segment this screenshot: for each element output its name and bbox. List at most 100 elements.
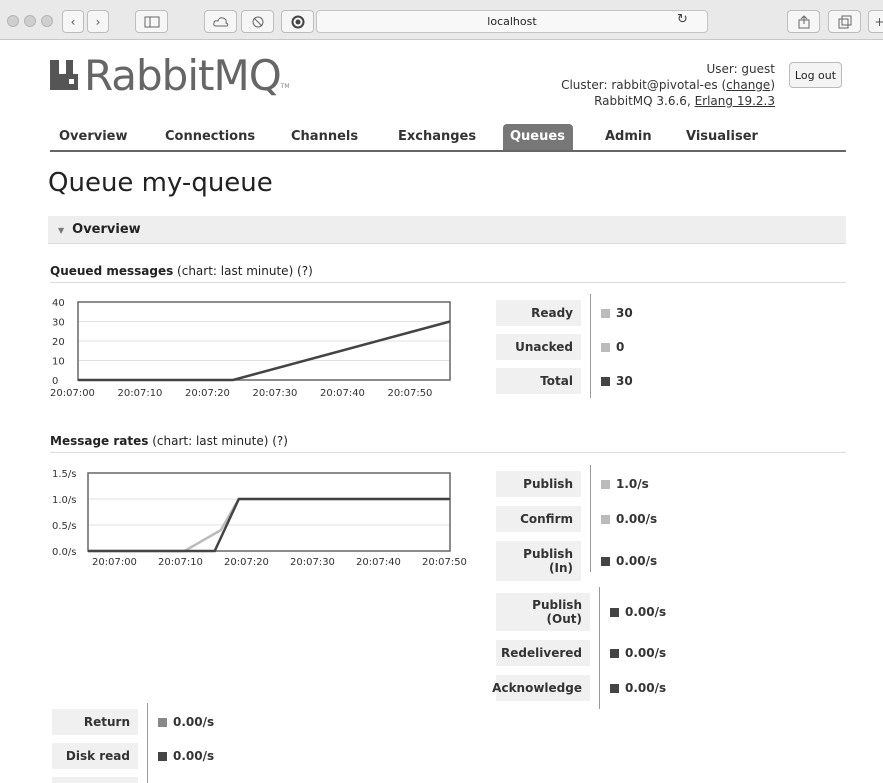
x-tick-label: 20:07:10 [158, 557, 203, 568]
stat-label-partial [52, 777, 138, 783]
y-tick-label: 0.5/s [52, 521, 76, 532]
cluster-change-link[interactable]: change [726, 78, 770, 92]
stat-value-text: 0.00/s [616, 554, 658, 568]
x-tick-label: 20:07:00 [92, 557, 137, 568]
y-tick-label: 0 [52, 376, 58, 387]
legend-swatch [601, 308, 610, 318]
tab-admin[interactable]: Admin [598, 124, 659, 150]
stat-label: Publish [496, 471, 581, 497]
legend-swatch [610, 648, 619, 658]
tab-overview[interactable]: Overview [52, 124, 135, 150]
tab-queues[interactable]: Queues [503, 124, 573, 150]
section-title: Overview [72, 222, 141, 237]
collapse-triangle-icon: ▼ [58, 226, 65, 235]
tab-connections[interactable]: Connections [158, 124, 262, 150]
stat-label: Total [496, 368, 581, 394]
stat-value: 30 [601, 368, 633, 394]
stat-value: 0.00/s [610, 593, 666, 631]
legend-swatch [158, 717, 167, 727]
cloud-icon [212, 16, 228, 26]
extension-button[interactable] [281, 10, 314, 33]
x-tick-label: 20:07:10 [118, 388, 163, 399]
stat-label: Ready [496, 300, 581, 326]
zoom-window-icon[interactable] [41, 15, 53, 27]
legend-swatch [610, 683, 619, 693]
legend-swatch [601, 479, 610, 489]
stats-divider [599, 587, 600, 709]
tabs-button[interactable] [828, 10, 861, 33]
stat-value-text: 30 [616, 306, 633, 320]
y-tick-label: 20 [52, 337, 65, 348]
main-nav: Overview Connections Channels Exchanges … [50, 124, 846, 152]
stat-value-text: 0 [616, 340, 625, 354]
forward-button[interactable]: › [87, 10, 109, 33]
stat-value-text: 0.00/s [173, 749, 215, 763]
share-button[interactable] [787, 10, 820, 33]
page-title: Queue my-queue [48, 168, 273, 198]
overview-section-toggle[interactable]: ▼ Overview [48, 216, 846, 244]
tabs-icon [838, 15, 851, 28]
version-text: RabbitMQ 3.6.6, [594, 94, 695, 108]
privacy-button[interactable] [241, 10, 274, 33]
stat-value: 0.00/s [158, 709, 214, 735]
new-tab-button[interactable]: + [868, 10, 883, 33]
stat-value: 30 [601, 300, 633, 326]
stat-value: 1.0/s [601, 471, 649, 497]
stat-label: Acknowledge [492, 675, 590, 701]
plot-frame [87, 472, 451, 552]
rates-heading-rest[interactable]: (chart: last minute) (?) [148, 434, 288, 448]
stat-label: Unacked [496, 334, 581, 360]
sidebar-icon [144, 16, 159, 27]
rabbit-logo-icon [50, 60, 78, 90]
stats-divider [590, 465, 591, 572]
close-window-icon[interactable] [7, 15, 19, 27]
queued-heading-rest[interactable]: (chart: last minute) (?) [173, 264, 313, 278]
version-line: RabbitMQ 3.6.6, Erlang 19.2.3 [561, 93, 775, 109]
message-rates-chart: 0.0/s 0.5/s 1.0/s 1.5/s 20:07:00 20:07:10 20:0… [52, 469, 467, 568]
stat-label: Publish (Out) [496, 593, 590, 631]
queued-messages-heading: Queued messages (chart: last minute) (?) [50, 264, 846, 283]
rabbitmq-logo[interactable]: RabbitMQ TM [50, 50, 290, 100]
stat-label: Confirm [496, 506, 581, 532]
x-tick-label: 20:07:50 [422, 557, 467, 568]
message-rates-heading: Message rates (chart: last minute) (?) [50, 434, 846, 453]
y-tick-label: 1.0/s [52, 495, 76, 506]
cluster-line: Cluster: rabbit@pivotal-es (change) [561, 78, 775, 92]
legend-swatch [601, 556, 610, 566]
stat-value: 0.00/s [610, 640, 666, 666]
queued-messages-chart: 0 10 20 30 40 20:07:00 20:07:10 20:07:20 20:07:3… [50, 298, 451, 399]
address-bar[interactable]: localhost [316, 10, 708, 33]
back-button[interactable]: ‹ [62, 10, 84, 33]
stat-label-text: Publish (Out) [532, 598, 582, 626]
stat-value: 0.00/s [158, 743, 214, 769]
y-tick-label: 10 [52, 357, 65, 368]
x-tick-label: 20:07:30 [290, 557, 335, 568]
cloud-button[interactable] [204, 10, 237, 33]
stat-value-text: 0.00/s [625, 605, 667, 619]
tab-channels[interactable]: Channels [284, 124, 365, 150]
x-tick-label: 20:07:00 [50, 388, 95, 399]
cluster-prefix: Cluster: [561, 78, 612, 92]
x-tick-label: 20:07:30 [253, 388, 298, 399]
stat-value-text: 0.00/s [616, 512, 658, 526]
logout-button[interactable]: Log out [789, 62, 842, 88]
x-tick-label: 20:07:40 [356, 557, 401, 568]
stat-value: 0.00/s [601, 506, 657, 532]
reload-icon[interactable]: ↻ [677, 12, 688, 27]
tab-exchanges[interactable]: Exchanges [391, 124, 483, 150]
record-icon [291, 15, 304, 28]
stats-divider [590, 294, 591, 398]
tab-visualiser[interactable]: Visualiser [679, 124, 765, 150]
minimize-window-icon[interactable] [24, 15, 36, 27]
sidebar-button[interactable] [135, 10, 168, 33]
logo-text: RabbitMQ [84, 50, 282, 100]
stat-value-text: 0.00/s [625, 681, 667, 695]
legend-swatch [601, 376, 610, 386]
legend-swatch [158, 751, 167, 761]
stat-value-text: 1.0/s [616, 477, 649, 491]
erlang-link[interactable]: Erlang 19.2.3 [695, 94, 775, 108]
browser-toolbar: ‹ › localhost ↻ + [0, 0, 883, 40]
logo-trademark: TM [280, 83, 290, 90]
stat-label: Redelivered [496, 640, 590, 666]
stat-value: 0 [601, 334, 624, 360]
